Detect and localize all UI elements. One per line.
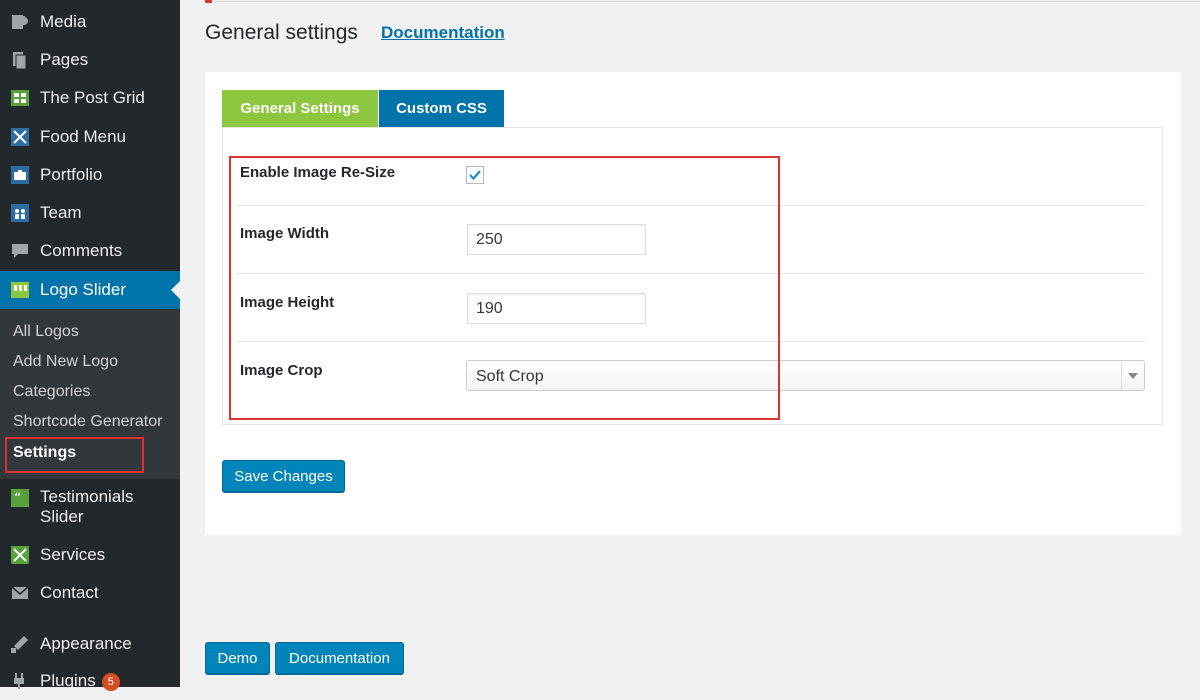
appearance-icon — [10, 634, 30, 654]
sidebar-item-label: Team — [40, 203, 82, 222]
sidebar-item-label: Comments — [40, 241, 123, 260]
sidebar-item-testimonials[interactable]: “ Testimonials Slider — [0, 486, 180, 528]
sidebar-item-label: Contact — [40, 583, 99, 602]
grid-icon — [10, 88, 30, 108]
admin-sidebar: Media Pages The Post Grid Food Menu Port… — [0, 0, 180, 691]
sidebar-item-label: Testimonials Slider — [40, 487, 134, 527]
plugins-update-badge: 5 — [101, 672, 120, 691]
sidebar-item-label: Food Menu — [40, 127, 126, 146]
top-red-accent — [205, 0, 212, 3]
sidebar-item-label: Logo Slider — [40, 280, 127, 299]
sidebar-item-label: Appearance — [40, 634, 132, 653]
sidebar-item-label: Media — [40, 12, 87, 31]
plugins-icon — [10, 671, 30, 691]
submenu-item-shortcode-generator[interactable]: Shortcode Generator — [13, 413, 162, 431]
mail-icon — [10, 583, 30, 603]
logo-slider-icon — [10, 280, 30, 300]
sidebar-item-label: Portfolio — [40, 165, 103, 184]
tab-general-settings[interactable]: General Settings — [222, 90, 378, 135]
sidebar-item-label: The Post Grid — [40, 88, 145, 107]
food-menu-icon — [10, 127, 30, 147]
submenu-item-all-logos[interactable]: All Logos — [13, 323, 79, 341]
testimonials-icon: “ — [10, 488, 30, 508]
sidebar-item-services[interactable]: Services — [0, 536, 180, 574]
settings-highlight-box — [5, 437, 144, 473]
chevron-down-icon[interactable] — [1121, 361, 1144, 390]
sidebar-item-contact[interactable]: Contact — [0, 574, 180, 612]
pages-icon — [10, 50, 30, 70]
sidebar-item-team[interactable]: Team — [0, 194, 180, 232]
sidebar-item-label: Plugins 5 — [40, 671, 120, 691]
sidebar-item-food-menu[interactable]: Food Menu — [0, 118, 180, 156]
sidebar-item-comments[interactable]: Comments — [0, 232, 180, 270]
sidebar-item-post-grid[interactable]: The Post Grid — [0, 79, 180, 117]
sidebar-item-label-line1: Testimonials — [40, 487, 134, 506]
submenu-item-add-new-logo[interactable]: Add New Logo — [13, 353, 118, 371]
tab-custom-css[interactable]: Custom CSS — [379, 90, 504, 127]
page-title: General settings — [205, 21, 358, 44]
svg-text:“: “ — [14, 491, 21, 507]
sidebar-item-portfolio[interactable]: Portfolio — [0, 156, 180, 194]
sidebar-item-appearance[interactable]: Appearance — [0, 625, 180, 663]
fields-highlight-box — [229, 156, 780, 420]
comments-icon — [10, 241, 30, 261]
documentation-link[interactable]: Documentation — [381, 23, 505, 43]
team-icon — [10, 203, 30, 223]
demo-button[interactable]: Demo — [205, 642, 270, 674]
sidebar-item-pages[interactable]: Pages — [0, 41, 180, 79]
sidebar-item-label: Pages — [40, 50, 89, 69]
sidebar-item-label: Services — [40, 545, 106, 564]
sidebar-item-label-line2: Slider — [40, 507, 84, 526]
top-divider — [212, 1, 1200, 2]
sidebar-item-plugins[interactable]: Plugins 5 — [0, 662, 180, 700]
sidebar-item-media[interactable]: Media — [0, 3, 180, 41]
submenu-item-categories[interactable]: Categories — [13, 383, 90, 401]
sidebar-item-plugins-label: Plugins — [40, 671, 96, 690]
services-icon — [10, 545, 30, 565]
portfolio-icon — [10, 165, 30, 185]
sidebar-item-logo-slider[interactable]: Logo Slider — [0, 271, 180, 309]
save-changes-button[interactable]: Save Changes — [222, 460, 345, 492]
documentation-button[interactable]: Documentation — [275, 642, 404, 674]
media-icon — [10, 12, 30, 32]
